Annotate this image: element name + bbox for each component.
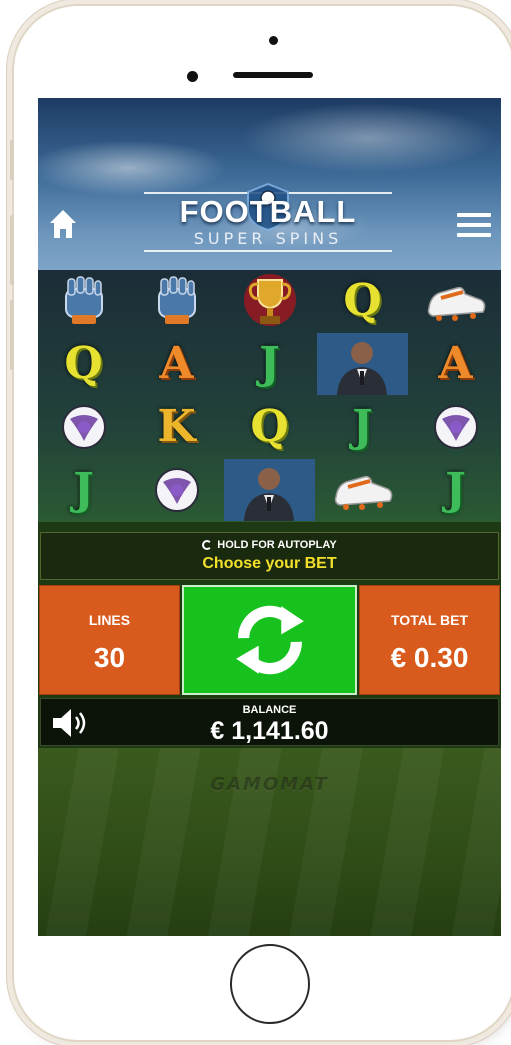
autoplay-icon	[202, 540, 213, 550]
balance-value: € 1,141.60	[210, 717, 329, 745]
reel-symbol-letter: K	[131, 396, 222, 458]
info-panel: HOLD FOR AUTOPLAY Choose your BET	[40, 532, 499, 580]
reel-letter: Q	[250, 401, 289, 452]
reel-letter: A	[438, 338, 473, 389]
reel-grid: QQAJAKQJJJ	[38, 270, 501, 522]
spin-button[interactable]	[182, 585, 357, 695]
home-icon[interactable]	[49, 208, 77, 240]
reel-symbol-letter: J	[38, 459, 129, 521]
reel-symbol-ball-icon	[38, 396, 129, 458]
phone-side-button	[10, 140, 14, 180]
reel-symbol-glove-icon	[38, 270, 129, 332]
lines-button[interactable]: LINES 30	[39, 585, 180, 695]
menu-icon[interactable]	[457, 213, 491, 237]
reel-symbol-letter: J	[410, 459, 501, 521]
spin-arrows-icon	[236, 605, 304, 675]
reel-symbol-glove-icon	[131, 270, 222, 332]
reel-letter: Q	[343, 275, 382, 326]
reel-letter: J	[259, 338, 280, 389]
autoplay-hint-text: HOLD FOR AUTOPLAY	[217, 539, 337, 551]
reel-symbol-ball-icon	[410, 396, 501, 458]
reel-symbol-letter: Q	[317, 270, 408, 332]
lines-value: 30	[93, 642, 126, 673]
reel-symbol-boot-icon	[410, 270, 501, 332]
total-bet-label: TOTAL BET	[391, 612, 468, 628]
brand-watermark: GAMOMAT	[210, 774, 329, 795]
logo-subtitle: SUPER SPINS	[193, 229, 343, 248]
reel-symbol-coach-icon	[317, 333, 408, 395]
phone-volume-down	[10, 300, 14, 370]
reel-letter: J	[352, 401, 373, 452]
reel-symbol-coach-icon	[224, 459, 315, 521]
balance-label: BALANCE	[242, 704, 297, 716]
phone-home-button[interactable]	[230, 944, 310, 1024]
reel-symbol-ball-icon	[131, 459, 222, 521]
reel-symbol-letter: Q	[38, 333, 129, 395]
balance-bar: BALANCE € 1,141.60	[40, 698, 499, 746]
game-screen: FOOTBALL SUPER SPINS QQAJAKQJJJ HOLD FOR…	[38, 98, 501, 936]
game-logo: FOOTBALL SUPER SPINS	[138, 182, 398, 258]
total-bet-value: € 0.30	[390, 642, 469, 673]
status-message: Choose your BET	[202, 555, 337, 572]
reel-symbol-letter: A	[410, 333, 501, 395]
lines-label: LINES	[88, 612, 131, 628]
reel-letter: K	[157, 401, 196, 452]
total-bet-button[interactable]: TOTAL BET € 0.30	[359, 585, 500, 695]
phone-sensor	[187, 71, 198, 82]
reel-letter: J	[73, 464, 94, 515]
reel-letter: A	[159, 338, 194, 389]
phone-speaker	[233, 72, 313, 78]
reel-letter: J	[445, 464, 466, 515]
reel-symbol-trophy-icon	[224, 270, 315, 332]
logo-bottom-line	[144, 250, 392, 252]
autoplay-hint: HOLD FOR AUTOPLAY	[41, 539, 498, 551]
reel-symbol-letter: J	[224, 333, 315, 395]
reel-letter: Q	[64, 338, 103, 389]
phone-volume-up	[10, 215, 14, 285]
reel-symbol-letter: A	[131, 333, 222, 395]
reel-symbol-letter: Q	[224, 396, 315, 458]
reel-symbol-boot-icon	[317, 459, 408, 521]
logo-title: FOOTBALL	[179, 194, 357, 229]
phone-camera	[269, 36, 278, 45]
reel-symbol-letter: J	[317, 396, 408, 458]
